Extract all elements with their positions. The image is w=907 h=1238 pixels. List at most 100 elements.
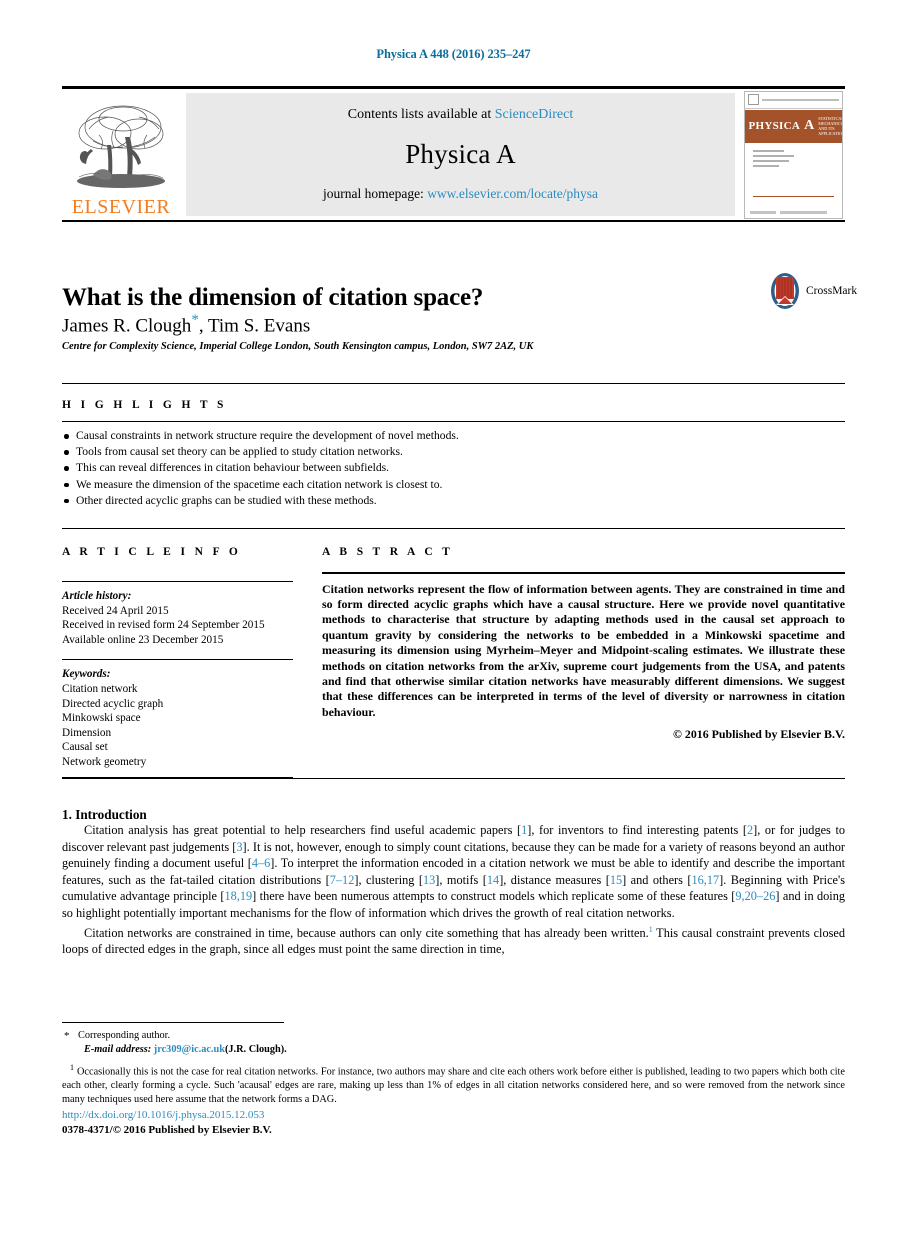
issn-copyright: 0378-4371/© 2016 Published by Elsevier B… bbox=[62, 1123, 272, 1136]
crossmark-badge[interactable]: CrossMark bbox=[768, 272, 857, 310]
article-page: Physica A 448 (2016) 235–247 ELSEVIER Co… bbox=[0, 0, 907, 1238]
journal-homepage-link[interactable]: www.elsevier.com/locate/physa bbox=[427, 186, 598, 201]
paragraph-1: Citation analysis has great potential to… bbox=[62, 822, 845, 922]
footnote-1-text: Occasionally this is not the case for re… bbox=[62, 1066, 845, 1105]
keywords-label: Keywords: bbox=[62, 668, 111, 681]
article-history-online: Available online 23 December 2015 bbox=[62, 633, 224, 646]
journal-homepage-line: journal homepage: www.elsevier.com/locat… bbox=[323, 186, 598, 202]
article-history-revised: Received in revised form 24 September 20… bbox=[62, 619, 265, 632]
paragraph-2: Citation networks are constrained in tim… bbox=[62, 922, 845, 958]
doi-link[interactable]: http://dx.doi.org/10.1016/j.physa.2015.1… bbox=[62, 1108, 272, 1123]
paragraph-text: ], for inventors to find interesting pat… bbox=[527, 823, 747, 837]
highlights-heading: H I G H L I G H T S bbox=[62, 399, 227, 411]
abstract-heading: A B S T R A C T bbox=[322, 546, 454, 558]
cover-header-strip bbox=[744, 92, 842, 109]
article-history-label: Article history: bbox=[62, 590, 132, 602]
footer-identifiers: http://dx.doi.org/10.1016/j.physa.2015.1… bbox=[62, 1108, 272, 1137]
footnote-corresponding-text: Corresponding author. bbox=[78, 1030, 171, 1041]
citation-reference[interactable]: 18,19 bbox=[224, 889, 252, 903]
cover-text-placeholder bbox=[752, 149, 832, 170]
keyword-item: Citation network bbox=[62, 682, 138, 695]
masthead-center: Contents lists available at ScienceDirec… bbox=[186, 93, 735, 216]
elsevier-tree-icon bbox=[77, 105, 165, 188]
footnote-1: 1 Occasionally this is not the case for r… bbox=[62, 1061, 845, 1106]
paragraph-text: Citation networks are constrained in tim… bbox=[84, 925, 649, 940]
paragraph-text: ], motifs [ bbox=[435, 872, 487, 887]
cover-volume-letter: A bbox=[804, 118, 815, 133]
cover-subtitle: STATISTICAL MECHANICS AND ITS APPLICATIO… bbox=[818, 115, 843, 137]
paragraph-text: ], clustering [ bbox=[354, 872, 423, 887]
citation-reference[interactable]: 15 bbox=[610, 873, 622, 887]
highlights-list: Causal constraints in network structure … bbox=[62, 428, 845, 509]
cover-header-rule bbox=[761, 98, 839, 101]
journal-title: Physica A bbox=[405, 139, 516, 169]
list-item: We measure the dimension of the spacetim… bbox=[62, 477, 845, 493]
paragraph-text: ] and others [ bbox=[622, 872, 692, 887]
homepage-prefix: journal homepage: bbox=[322, 186, 428, 201]
keyword-item: Causal set bbox=[62, 741, 108, 754]
cover-journal-title: PHYSICA bbox=[748, 120, 801, 132]
cover-divider bbox=[752, 195, 834, 197]
citation-reference[interactable]: 9,20–26 bbox=[735, 889, 775, 903]
crossmark-icon bbox=[771, 273, 799, 309]
list-item: This can reveal differences in citation … bbox=[62, 460, 845, 476]
keyword-item: Network geometry bbox=[62, 755, 147, 768]
abstract-column: Citation networks represent the flow of … bbox=[322, 572, 845, 743]
citation-reference[interactable]: 7–12 bbox=[330, 873, 355, 887]
footnote-corresponding: * Corresponding author. bbox=[62, 1029, 845, 1043]
crossmark-label: CrossMark bbox=[806, 285, 858, 297]
section-title-introduction: 1. Introduction bbox=[62, 806, 147, 822]
keyword-item: Minkowski space bbox=[62, 712, 141, 725]
contents-available-line: Contents lists available at ScienceDirec… bbox=[348, 107, 574, 123]
elsevier-wordmark: ELSEVIER bbox=[71, 196, 171, 218]
elsevier-logo: ELSEVIER bbox=[62, 89, 180, 220]
email-link[interactable]: jrc309@ic.ac.uk bbox=[154, 1044, 225, 1055]
citation-reference[interactable]: 4–6 bbox=[252, 856, 270, 870]
journal-masthead: ELSEVIER Contents lists available at Sci… bbox=[62, 86, 845, 222]
divider-above-highlights bbox=[62, 383, 845, 384]
paragraph-text: Citation analysis has great potential to… bbox=[84, 823, 522, 837]
page-title: What is the dimension of citation space? bbox=[62, 283, 484, 311]
paragraph-text: ] there have been numerous attempts to c… bbox=[252, 889, 736, 904]
citation-reference[interactable]: 13 bbox=[423, 873, 435, 887]
author-secondary: , Tim S. Evans bbox=[198, 315, 311, 337]
footnote-email-line: E-mail address: jrc309@ic.ac.uk(J.R. Clo… bbox=[62, 1043, 845, 1057]
divider-below-highlights bbox=[62, 528, 845, 529]
divider-below-abstract bbox=[62, 778, 845, 779]
abstract-divider bbox=[322, 572, 845, 574]
citation-reference[interactable]: 16,17 bbox=[691, 873, 719, 887]
running-head: Physica A 448 (2016) 235–247 bbox=[376, 47, 531, 61]
corresponding-author-marker[interactable]: * bbox=[191, 312, 199, 328]
contents-prefix: Contents lists available at bbox=[347, 107, 495, 122]
article-history-received: Received 24 April 2015 bbox=[62, 604, 169, 617]
author-primary: James R. Clough bbox=[62, 315, 192, 337]
abstract-text: Citation networks represent the flow of … bbox=[322, 581, 845, 719]
footnote-star-marker: * bbox=[64, 1030, 70, 1042]
citation-reference[interactable]: 14 bbox=[487, 873, 499, 887]
article-info-divider bbox=[62, 581, 293, 582]
footnote-number-marker: 1 bbox=[70, 1063, 74, 1073]
keyword-item: Directed acyclic graph bbox=[62, 697, 164, 710]
divider-highlights bbox=[62, 421, 845, 422]
email-owner: (J.R. Clough). bbox=[224, 1043, 287, 1055]
sciencedirect-link[interactable]: ScienceDirect bbox=[495, 107, 574, 122]
footnotes-block: * Corresponding author. E-mail address: j… bbox=[62, 1029, 845, 1106]
article-info-heading: A R T I C L E I N F O bbox=[62, 546, 242, 558]
introduction-body: Citation analysis has great potential to… bbox=[62, 822, 845, 958]
paragraph-text: ], distance measures [ bbox=[499, 872, 610, 887]
footnote-divider bbox=[62, 1022, 284, 1023]
keywords-divider-top bbox=[62, 659, 293, 661]
cover-footer-strip bbox=[749, 210, 837, 214]
affiliation: Centre for Complexity Science, Imperial … bbox=[62, 341, 534, 352]
list-item: Causal constraints in network structure … bbox=[62, 428, 845, 444]
cover-publisher-mark-icon bbox=[747, 94, 759, 105]
abstract-copyright: © 2016 Published by Elsevier B.V. bbox=[673, 727, 845, 742]
email-label: E-mail address: bbox=[84, 1043, 152, 1055]
list-item: Other directed acyclic graphs can be stu… bbox=[62, 493, 845, 509]
author-list: James R. Clough*, Tim S. Evans bbox=[62, 312, 310, 337]
keyword-item: Dimension bbox=[62, 726, 112, 739]
journal-cover-thumbnail[interactable]: PHYSICA A STATISTICAL MECHANICS AND ITS … bbox=[741, 89, 845, 220]
list-item: Tools from causal set theory can be appl… bbox=[62, 444, 845, 460]
article-info-column: Article history: Received 24 April 2015 … bbox=[62, 575, 293, 785]
cover-title-band: PHYSICA A STATISTICAL MECHANICS AND ITS … bbox=[744, 109, 843, 143]
